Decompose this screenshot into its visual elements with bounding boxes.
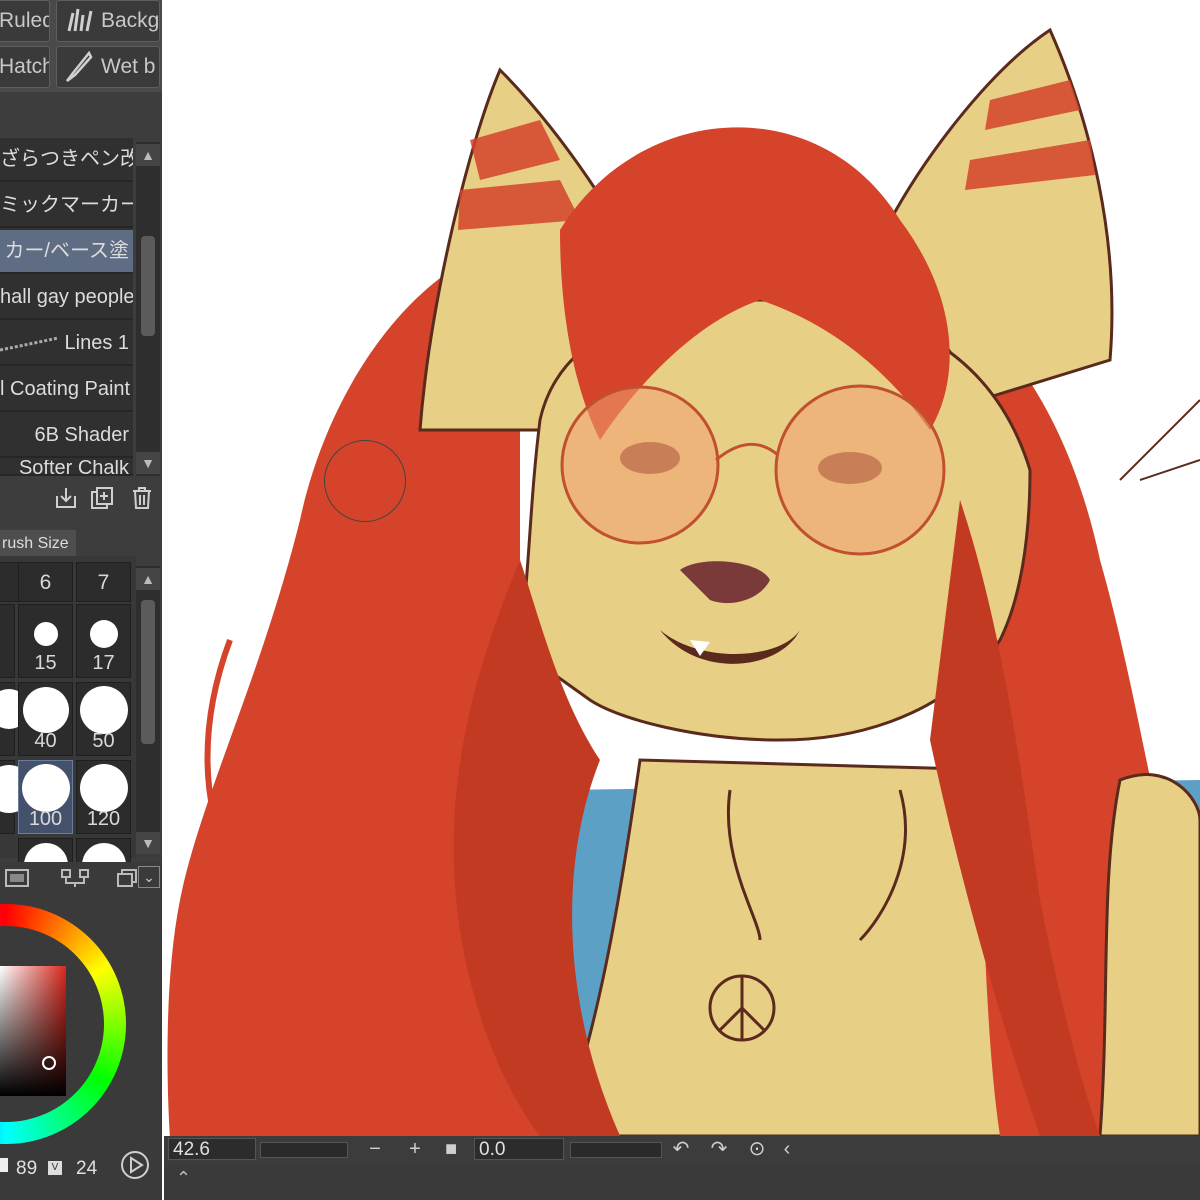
brightness-value: 24 xyxy=(76,1158,98,1179)
tool-button-wet-brush[interactable]: Wet b xyxy=(56,46,160,88)
zoom-out-button[interactable]: − xyxy=(364,1138,386,1160)
brush-size-cell[interactable]: 17 xyxy=(76,604,131,678)
scrollbar-thumb[interactable] xyxy=(141,600,155,744)
grass-icon xyxy=(67,8,93,32)
brush-size-cell[interactable]: 120 xyxy=(76,760,131,834)
saturation-value: 89 xyxy=(16,1158,38,1179)
trash-icon[interactable] xyxy=(130,486,154,510)
color-panel-toolbar: ⌄ xyxy=(0,862,162,892)
brush-size-cell[interactable]: 6 xyxy=(18,562,73,602)
brightness-swatch: V xyxy=(48,1161,62,1175)
rotation-slider[interactable] xyxy=(570,1142,662,1158)
color-history-icon[interactable] xyxy=(60,868,90,888)
stroke-preview-icon xyxy=(0,336,59,352)
scroll-down-button[interactable]: ▼ xyxy=(136,832,160,854)
brush-size-cell[interactable]: 40 xyxy=(18,682,73,756)
color-set-icon[interactable] xyxy=(4,868,30,888)
brush-item[interactable]: ざらつきペン改 xyxy=(0,138,133,182)
scroll-up-button[interactable]: ▲ xyxy=(136,568,160,590)
brush-item[interactable]: l Coating Paint xyxy=(0,368,133,412)
channel-swatch xyxy=(0,1158,8,1172)
scroll-down-button[interactable]: ▼ xyxy=(136,452,160,474)
zoom-in-button[interactable]: + xyxy=(404,1138,426,1160)
brush-size-grid: 6 7 15 17 40 50 100 120 xyxy=(0,556,136,912)
saturation-value-square[interactable] xyxy=(0,966,66,1096)
brush-item[interactable]: Lines 1 xyxy=(0,322,133,366)
tab-brush-size[interactable]: rush Size xyxy=(0,530,76,556)
artwork xyxy=(167,27,1200,1136)
brush-size-cell[interactable] xyxy=(0,682,29,756)
brush-size-cell[interactable] xyxy=(0,604,15,678)
play-icon[interactable] xyxy=(120,1150,150,1180)
brush-size-cell-selected[interactable]: 100 xyxy=(18,760,73,834)
brush-item[interactable]: 6B Shader xyxy=(0,414,133,458)
status-bar: 42.6 − + ■ 0.0 ↶ ↷ ⊙ ‹ xyxy=(164,1136,1200,1164)
zoom-field[interactable]: 42.6 xyxy=(168,1138,256,1160)
brush-item-selected[interactable]: カー/ベース塗 xyxy=(0,230,133,274)
rotate-left-icon[interactable]: ↶ xyxy=(670,1138,692,1160)
brush-size-cell[interactable] xyxy=(0,760,33,834)
brush-item[interactable]: Softer Chalk xyxy=(0,460,133,476)
chevron-left-icon[interactable]: ‹ xyxy=(776,1138,798,1160)
tool-button-ruled[interactable]: Ruled xyxy=(0,0,50,42)
color-picker-handle[interactable] xyxy=(42,1056,56,1070)
chevron-down-icon[interactable]: ⌄ xyxy=(138,866,160,888)
zoom-slider[interactable] xyxy=(260,1142,348,1158)
stop-icon[interactable]: ■ xyxy=(440,1138,462,1160)
tool-button-hatch[interactable]: Hatch xyxy=(0,46,50,88)
brush-item[interactable]: ミックマーカー四 xyxy=(0,184,133,228)
brush-size-cell[interactable]: 7 xyxy=(76,562,131,602)
color-wheel-panel: 89 V 24 xyxy=(0,892,162,1200)
brush-list: ざらつきペン改 ミックマーカー四 カー/ベース塗 hall gay people… xyxy=(0,138,133,476)
brush-item[interactable]: hall gay people xyxy=(0,276,133,320)
brush-size-cell[interactable]: 50 xyxy=(76,682,131,756)
brush-cursor xyxy=(324,440,406,522)
drawing-canvas[interactable] xyxy=(164,0,1200,1136)
brush-size-cell[interactable]: 15 xyxy=(18,604,73,678)
duplicate-icon[interactable] xyxy=(90,486,114,510)
tool-button-background[interactable]: Backg xyxy=(56,0,160,42)
chevron-up-icon[interactable]: ⌃ xyxy=(176,1168,191,1189)
scrollbar-thumb[interactable] xyxy=(141,236,155,336)
scroll-up-button[interactable]: ▲ xyxy=(136,144,160,166)
import-icon[interactable] xyxy=(54,486,78,510)
wet-brush-icon xyxy=(66,51,93,82)
tool-button-area: Ruled Backg Hatch Wet b xyxy=(0,0,162,92)
bottom-bar: ⌃ xyxy=(164,1164,1200,1200)
rotate-right-icon[interactable]: ↷ xyxy=(708,1138,730,1160)
left-panel: Ruled Backg Hatch Wet b ざらつきペン改 ミックマーカー四… xyxy=(0,0,162,1200)
rotation-field[interactable]: 0.0 xyxy=(474,1138,564,1160)
reset-rotation-icon[interactable]: ⊙ xyxy=(746,1138,768,1160)
layers-icon[interactable] xyxy=(116,868,138,888)
